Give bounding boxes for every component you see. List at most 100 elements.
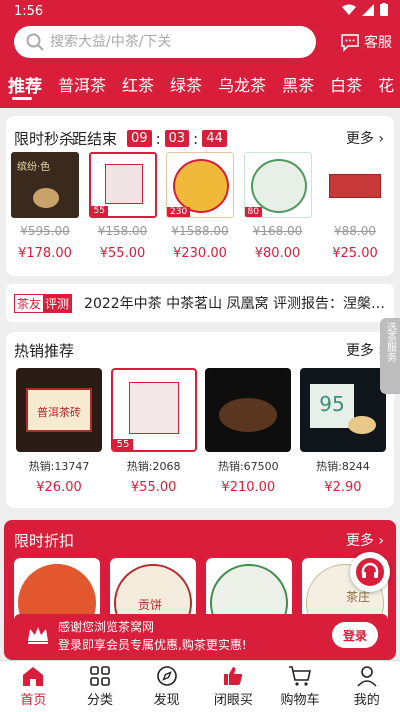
more-label: 更多 bbox=[345, 533, 374, 549]
bottom-navigation: 首页 分类 发现 闭眼买 购物车 我的 bbox=[0, 660, 400, 712]
tab-recommend[interactable]: 推荐 bbox=[0, 66, 50, 106]
nav-profile[interactable]: 我的 bbox=[333, 661, 400, 712]
tab-white-tea[interactable]: 白茶 bbox=[322, 66, 370, 106]
tab-green-tea[interactable]: 绿茶 bbox=[162, 66, 210, 106]
tab-dark-tea[interactable]: 黑茶 bbox=[274, 66, 322, 106]
original-price: ¥158.00 bbox=[97, 224, 148, 238]
flash-item[interactable]: 230 ¥1588.00 ¥230.00 bbox=[165, 152, 235, 261]
product-image: 230 bbox=[166, 152, 234, 218]
product-image-label: 普洱茶砖 bbox=[26, 388, 92, 432]
price-badge: 55 bbox=[90, 206, 108, 216]
hot-item[interactable]: 95 热销:8244 ¥2.90 bbox=[299, 368, 386, 495]
hot-item[interactable]: 热销:67500 ¥210.00 bbox=[205, 368, 292, 495]
tea-selection-side-tab[interactable]: 选茶服务 bbox=[380, 318, 400, 394]
countdown-seconds: 44 bbox=[202, 130, 227, 147]
tea-cake-shape bbox=[250, 159, 307, 213]
original-price: ¥1588.00 bbox=[171, 224, 229, 238]
product-price: ¥26.00 bbox=[36, 480, 82, 495]
flash-sale-title: 限时秒杀 bbox=[14, 130, 75, 148]
hot-sales-title: 热销推荐 bbox=[14, 342, 75, 360]
nav-label: 首页 bbox=[20, 693, 47, 708]
sales-count: 热销:2068 bbox=[126, 460, 181, 473]
customer-service-float-button[interactable] bbox=[350, 552, 390, 592]
headset-icon bbox=[356, 558, 384, 586]
login-prompt-bar: 感谢您浏览茶窝网 登录即享会员专属优惠,购茶更实惠! 登录 bbox=[14, 614, 388, 658]
status-time: 1:56 bbox=[14, 4, 44, 19]
tab-puer[interactable]: 普洱茶 bbox=[50, 66, 114, 106]
product-image: 55 bbox=[110, 368, 197, 452]
original-price: ¥595.00 bbox=[20, 224, 70, 238]
nav-label: 购物车 bbox=[280, 693, 320, 708]
original-price: ¥168.00 bbox=[252, 224, 303, 238]
side-tab-label: 选茶服务 bbox=[384, 322, 396, 362]
product-image: 普洱茶砖 bbox=[16, 368, 102, 452]
login-button[interactable]: 登录 bbox=[332, 622, 378, 648]
sale-price: ¥80.00 bbox=[254, 246, 301, 261]
product-image: 缤纷·色 bbox=[11, 152, 79, 218]
nav-home[interactable]: 首页 bbox=[0, 661, 67, 712]
price-badge: 230 bbox=[167, 207, 191, 217]
search-input[interactable] bbox=[50, 34, 300, 50]
tea-box-shape bbox=[329, 174, 381, 198]
news-tag-part: 评测 bbox=[43, 294, 72, 312]
nav-label: 我的 bbox=[353, 693, 380, 708]
product-image-label: 缤纷·色 bbox=[17, 162, 51, 173]
countdown-hours: 09 bbox=[127, 130, 152, 147]
countdown-minutes: 03 bbox=[164, 130, 190, 147]
discount-title: 限时折扣 bbox=[14, 532, 75, 550]
nav-blind-buy[interactable]: 闭眼买 bbox=[200, 661, 267, 712]
flash-item[interactable]: 缤纷·色 ¥595.00 ¥178.00 bbox=[10, 152, 80, 261]
sales-count: 热销:13747 bbox=[28, 460, 90, 473]
product-image bbox=[205, 368, 292, 452]
nav-label: 分类 bbox=[87, 693, 114, 708]
flash-item[interactable]: ¥88.00 ¥25.00 bbox=[320, 152, 390, 261]
news-tag: 茶友 评测 bbox=[14, 293, 73, 313]
countdown-sep: : bbox=[193, 129, 199, 148]
discount-more-link[interactable]: 更多 › bbox=[346, 530, 384, 550]
nav-label: 发现 bbox=[153, 693, 180, 708]
tea-cake-shape bbox=[173, 159, 229, 213]
countdown-sep: : bbox=[155, 129, 161, 148]
more-label: 更多 bbox=[345, 343, 374, 359]
sale-price: ¥230.00 bbox=[173, 246, 227, 261]
news-ticker[interactable]: 茶友 评测 2022年中茶 中茶茗山 凤凰窝 评测报告：涅槃… bbox=[6, 284, 394, 322]
teapot-shape bbox=[33, 188, 59, 208]
tab-flower-tea[interactable]: 花 bbox=[370, 66, 400, 106]
tea-leaves-shape bbox=[219, 398, 278, 432]
battery-icon bbox=[380, 3, 388, 16]
hot-item[interactable]: 普洱茶砖 热销:13747 ¥26.00 bbox=[16, 368, 102, 495]
chat-icon bbox=[341, 34, 359, 52]
thumbs-up-icon bbox=[224, 667, 243, 685]
hot-sales-more-link[interactable]: 更多 › bbox=[346, 340, 384, 360]
more-label: 更多 bbox=[345, 131, 374, 147]
login-prompt-line1: 感谢您浏览茶窝网 bbox=[58, 620, 155, 634]
sale-price: ¥178.00 bbox=[18, 246, 72, 261]
countdown: 距结束 09 : 03 : 44 bbox=[72, 128, 227, 149]
tab-oolong[interactable]: 乌龙茶 bbox=[210, 66, 274, 106]
tea-cup-shape bbox=[347, 416, 376, 434]
category-tabs: 推荐 普洱茶 红茶 绿茶 乌龙茶 黑茶 白茶 花 bbox=[0, 66, 400, 106]
cart-icon bbox=[289, 666, 312, 686]
product-image bbox=[321, 152, 389, 218]
discount-item-label: 贡饼 bbox=[138, 598, 163, 612]
nav-discover[interactable]: 发现 bbox=[133, 661, 200, 712]
customer-service-button[interactable]: 客服 bbox=[340, 28, 392, 56]
nav-cart[interactable]: 购物车 bbox=[267, 661, 334, 712]
tab-black-tea[interactable]: 红茶 bbox=[114, 66, 162, 106]
product-image-label: 95 bbox=[309, 384, 354, 428]
sales-count: 热销:67500 bbox=[217, 460, 279, 473]
price-badge: 55 bbox=[112, 439, 134, 450]
search-bar[interactable] bbox=[14, 26, 316, 58]
compass-icon bbox=[156, 666, 177, 686]
countdown-label: 距结束 bbox=[72, 130, 118, 148]
flash-item[interactable]: 80 ¥168.00 ¥80.00 bbox=[243, 152, 313, 261]
flash-sale-more-link[interactable]: 更多 › bbox=[346, 128, 384, 148]
product-price: ¥55.00 bbox=[130, 480, 177, 495]
hot-item[interactable]: 55 热销:2068 ¥55.00 bbox=[110, 368, 197, 495]
flash-item[interactable]: 55 ¥158.00 ¥55.00 bbox=[88, 152, 158, 261]
grid-icon bbox=[90, 666, 110, 686]
search-icon bbox=[26, 33, 44, 51]
nav-category[interactable]: 分类 bbox=[67, 661, 134, 712]
product-image: 80 bbox=[243, 152, 312, 218]
status-bar: 1:56 bbox=[0, 0, 400, 24]
